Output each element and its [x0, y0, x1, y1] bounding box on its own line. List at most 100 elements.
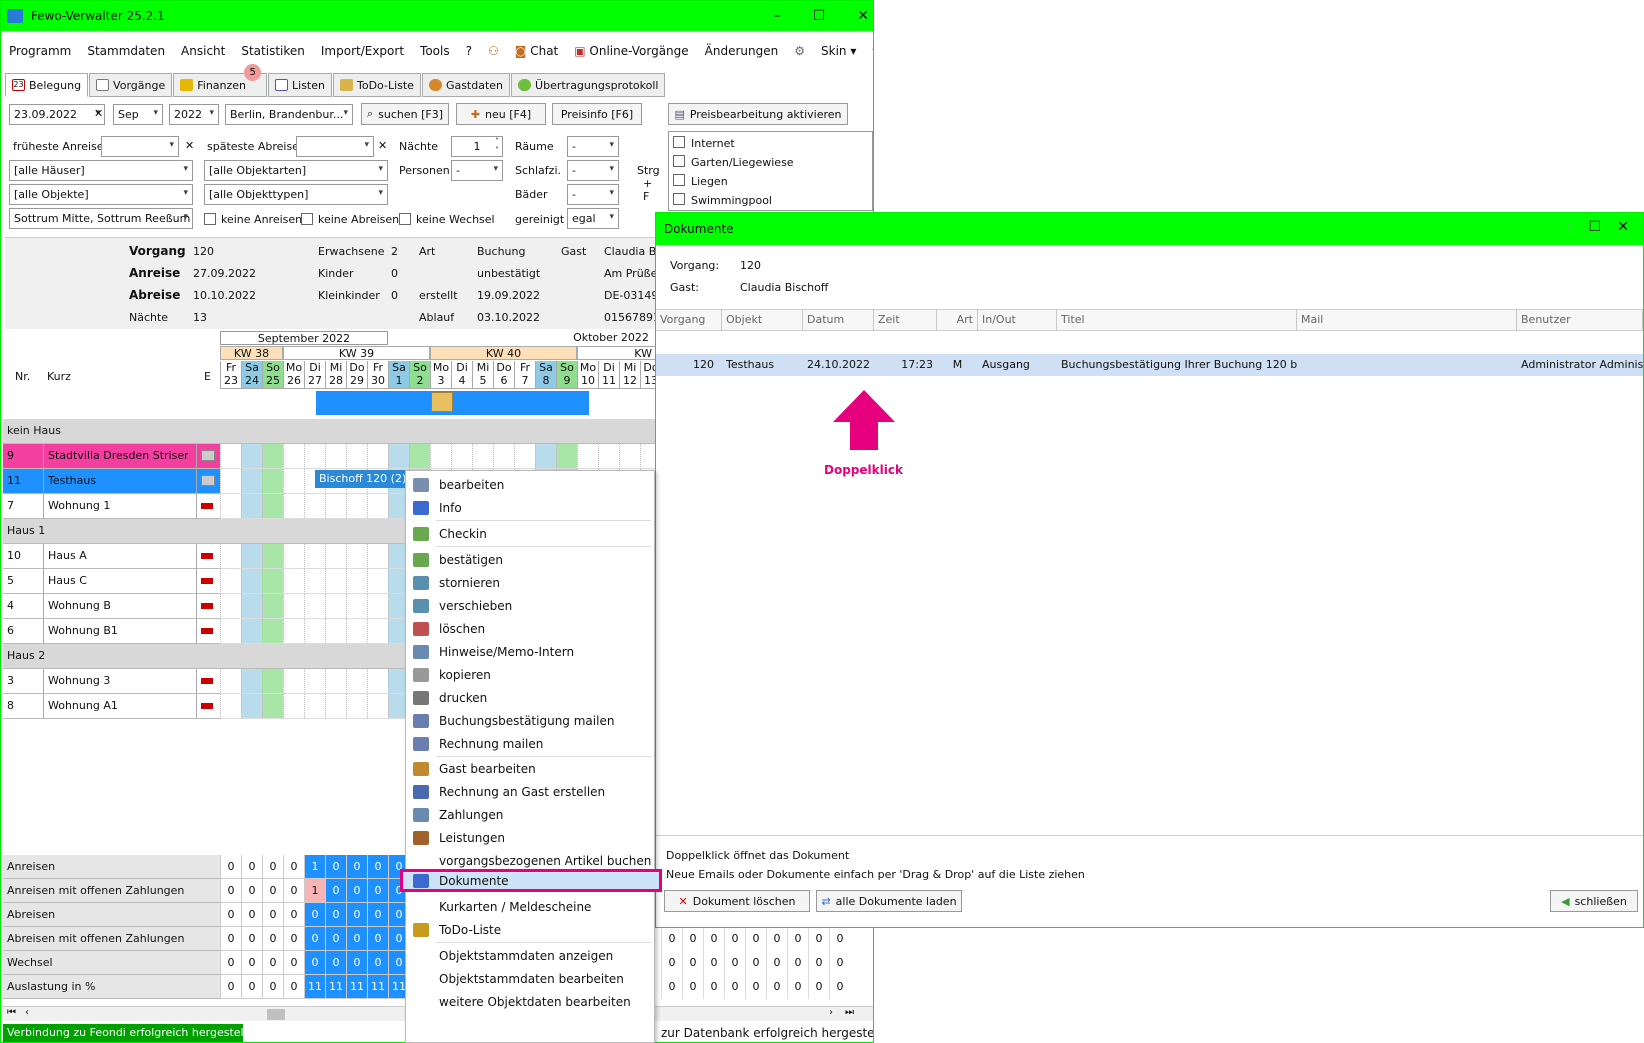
grid-cell[interactable]	[241, 444, 262, 469]
grid-cell[interactable]	[346, 544, 367, 569]
grid-cell[interactable]	[241, 619, 262, 644]
grid-cell[interactable]	[304, 594, 325, 619]
grid-cell[interactable]	[262, 469, 283, 494]
col-datum[interactable]: Datum	[803, 309, 874, 331]
grid-cell[interactable]	[535, 444, 556, 469]
earliest-arrival-field[interactable]	[101, 136, 179, 157]
no-arrivals-checkbox[interactable]	[204, 213, 216, 225]
grid-cell[interactable]	[346, 494, 367, 519]
grid-cell[interactable]	[283, 669, 304, 694]
grid-cell[interactable]	[283, 619, 304, 644]
grid-cell[interactable]	[304, 619, 325, 644]
load-all-documents-button[interactable]: ⇄ alle Dokumente laden	[816, 890, 962, 912]
menu-item-kurkarten-meldescheine[interactable]: Kurkarten / Meldescheine	[406, 895, 656, 918]
grid-cell[interactable]	[262, 619, 283, 644]
menu-item-gast-bearbeiten[interactable]: Gast bearbeiten	[406, 757, 656, 780]
grid-cell[interactable]	[325, 694, 346, 719]
menu-item-hinweise-memo-intern[interactable]: Hinweise/Memo-Intern	[406, 640, 656, 663]
houses-select[interactable]: [alle Häuser]	[9, 160, 193, 181]
menu-chat[interactable]: ◙ Chat	[507, 44, 567, 58]
priceinfo-button[interactable]: Preisinfo [F6]	[552, 103, 642, 125]
menu-item-buchungsbestätigung-mailen[interactable]: Buchungsbestätigung mailen	[406, 709, 656, 732]
grid-cell[interactable]	[325, 444, 346, 469]
gear-icon[interactable]: ⚙	[786, 44, 813, 58]
menu-item-löschen[interactable]: löschen	[406, 617, 656, 640]
date-field[interactable]: 23.09.2022	[9, 104, 105, 125]
menu-online-vorgaenge[interactable]: ▣ Online-Vorgänge	[566, 44, 696, 58]
users-icon[interactable]: ⚇	[480, 44, 507, 58]
grid-cell[interactable]	[241, 494, 262, 519]
grid-cell[interactable]	[241, 594, 262, 619]
menu-item-drucken[interactable]: drucken	[406, 686, 656, 709]
menu-overflow-icon[interactable]: ▾	[864, 44, 873, 58]
menu-item-checkin[interactable]: Checkin	[406, 522, 656, 545]
grid-cell[interactable]	[220, 619, 241, 644]
grid-cell[interactable]	[304, 444, 325, 469]
grid-cell[interactable]	[283, 569, 304, 594]
feature-checkbox[interactable]	[673, 174, 685, 186]
dialog-maximize-button[interactable]: ☐	[1588, 219, 1601, 235]
grid-cell[interactable]	[220, 444, 241, 469]
grid-cell[interactable]	[409, 444, 430, 469]
feature-checkbox[interactable]	[673, 193, 685, 205]
dialog-minimize-button[interactable]: –	[1566, 219, 1573, 235]
grid-cell[interactable]	[220, 694, 241, 719]
grid-cell[interactable]	[325, 594, 346, 619]
close-button[interactable]: ✕	[857, 8, 869, 24]
menu-item-stornieren[interactable]: stornieren	[406, 571, 656, 594]
bathrooms-select[interactable]: -	[567, 184, 619, 205]
new-button[interactable]: ✚ neu [F4]	[456, 103, 546, 125]
grid-cell[interactable]	[283, 594, 304, 619]
table-row[interactable]: 4 Wohnung B	[3, 594, 220, 619]
col-mail[interactable]: Mail	[1297, 309, 1517, 331]
minimize-button[interactable]: –	[774, 8, 781, 24]
grid-cell[interactable]	[472, 444, 493, 469]
grid-cell[interactable]	[346, 444, 367, 469]
grid-cell[interactable]	[283, 544, 304, 569]
grid-cell[interactable]	[598, 444, 619, 469]
menu-item-objektstammdaten-anzeigen[interactable]: Objektstammdaten anzeigen	[406, 944, 656, 967]
grid-cell[interactable]	[283, 469, 304, 494]
grid-cell[interactable]	[220, 494, 241, 519]
table-row[interactable]: 6 Wohnung B1	[3, 619, 220, 644]
grid-cell[interactable]	[283, 444, 304, 469]
tab-gastdaten[interactable]: Gastdaten	[421, 73, 511, 97]
grid-cell[interactable]	[367, 669, 388, 694]
bedrooms-select[interactable]: -	[567, 160, 619, 181]
grid-cell[interactable]	[367, 544, 388, 569]
latest-departure-field[interactable]	[296, 136, 374, 157]
grid-cell[interactable]	[367, 444, 388, 469]
grid-cell[interactable]	[241, 669, 262, 694]
menu-item-info[interactable]: Info	[406, 496, 656, 519]
grid-cell[interactable]	[304, 544, 325, 569]
feature-checkbox[interactable]	[673, 136, 685, 148]
rooms-select[interactable]: -	[567, 136, 619, 157]
tab-uebertragungsprotokoll[interactable]: Übertragungsprotokoll	[511, 73, 666, 97]
clear-latest-icon[interactable]: ✕	[378, 139, 387, 152]
grid-cell[interactable]	[220, 469, 241, 494]
grid-cell[interactable]	[220, 569, 241, 594]
grid-cell[interactable]	[262, 444, 283, 469]
table-row[interactable]: 7 Wohnung 1	[3, 494, 220, 519]
grid-cell[interactable]	[241, 569, 262, 594]
menu-statistiken[interactable]: Statistiken	[233, 44, 313, 58]
menu-item-leistungen[interactable]: Leistungen	[406, 826, 656, 849]
grid-cell[interactable]	[367, 619, 388, 644]
menu-item-dokumente[interactable]: Dokumente	[400, 869, 662, 892]
objects-select[interactable]: [alle Objekte]	[9, 184, 193, 205]
menu-item-weitere-objektdaten-bearbeiten[interactable]: weitere Objektdaten bearbeiten	[406, 990, 656, 1013]
col-benutzer[interactable]: Benutzer	[1517, 309, 1643, 331]
menu-item-zahlungen[interactable]: Zahlungen	[406, 803, 656, 826]
object-kinds-select[interactable]: [alle Objektarten]	[204, 160, 388, 181]
grid-cell[interactable]	[283, 494, 304, 519]
month-select[interactable]: Sep	[113, 104, 163, 125]
grid-cell[interactable]	[619, 444, 640, 469]
grid-cell[interactable]	[514, 444, 535, 469]
table-row[interactable]: 3 Wohnung 3	[3, 669, 220, 694]
grid-cell[interactable]	[367, 594, 388, 619]
grid-cell[interactable]	[220, 594, 241, 619]
menu-item-rechnung-mailen[interactable]: Rechnung mailen	[406, 732, 656, 755]
grid-cell[interactable]	[220, 544, 241, 569]
scroll-first-icon[interactable]: ⏮	[7, 1007, 16, 1018]
grid-cell[interactable]	[283, 694, 304, 719]
